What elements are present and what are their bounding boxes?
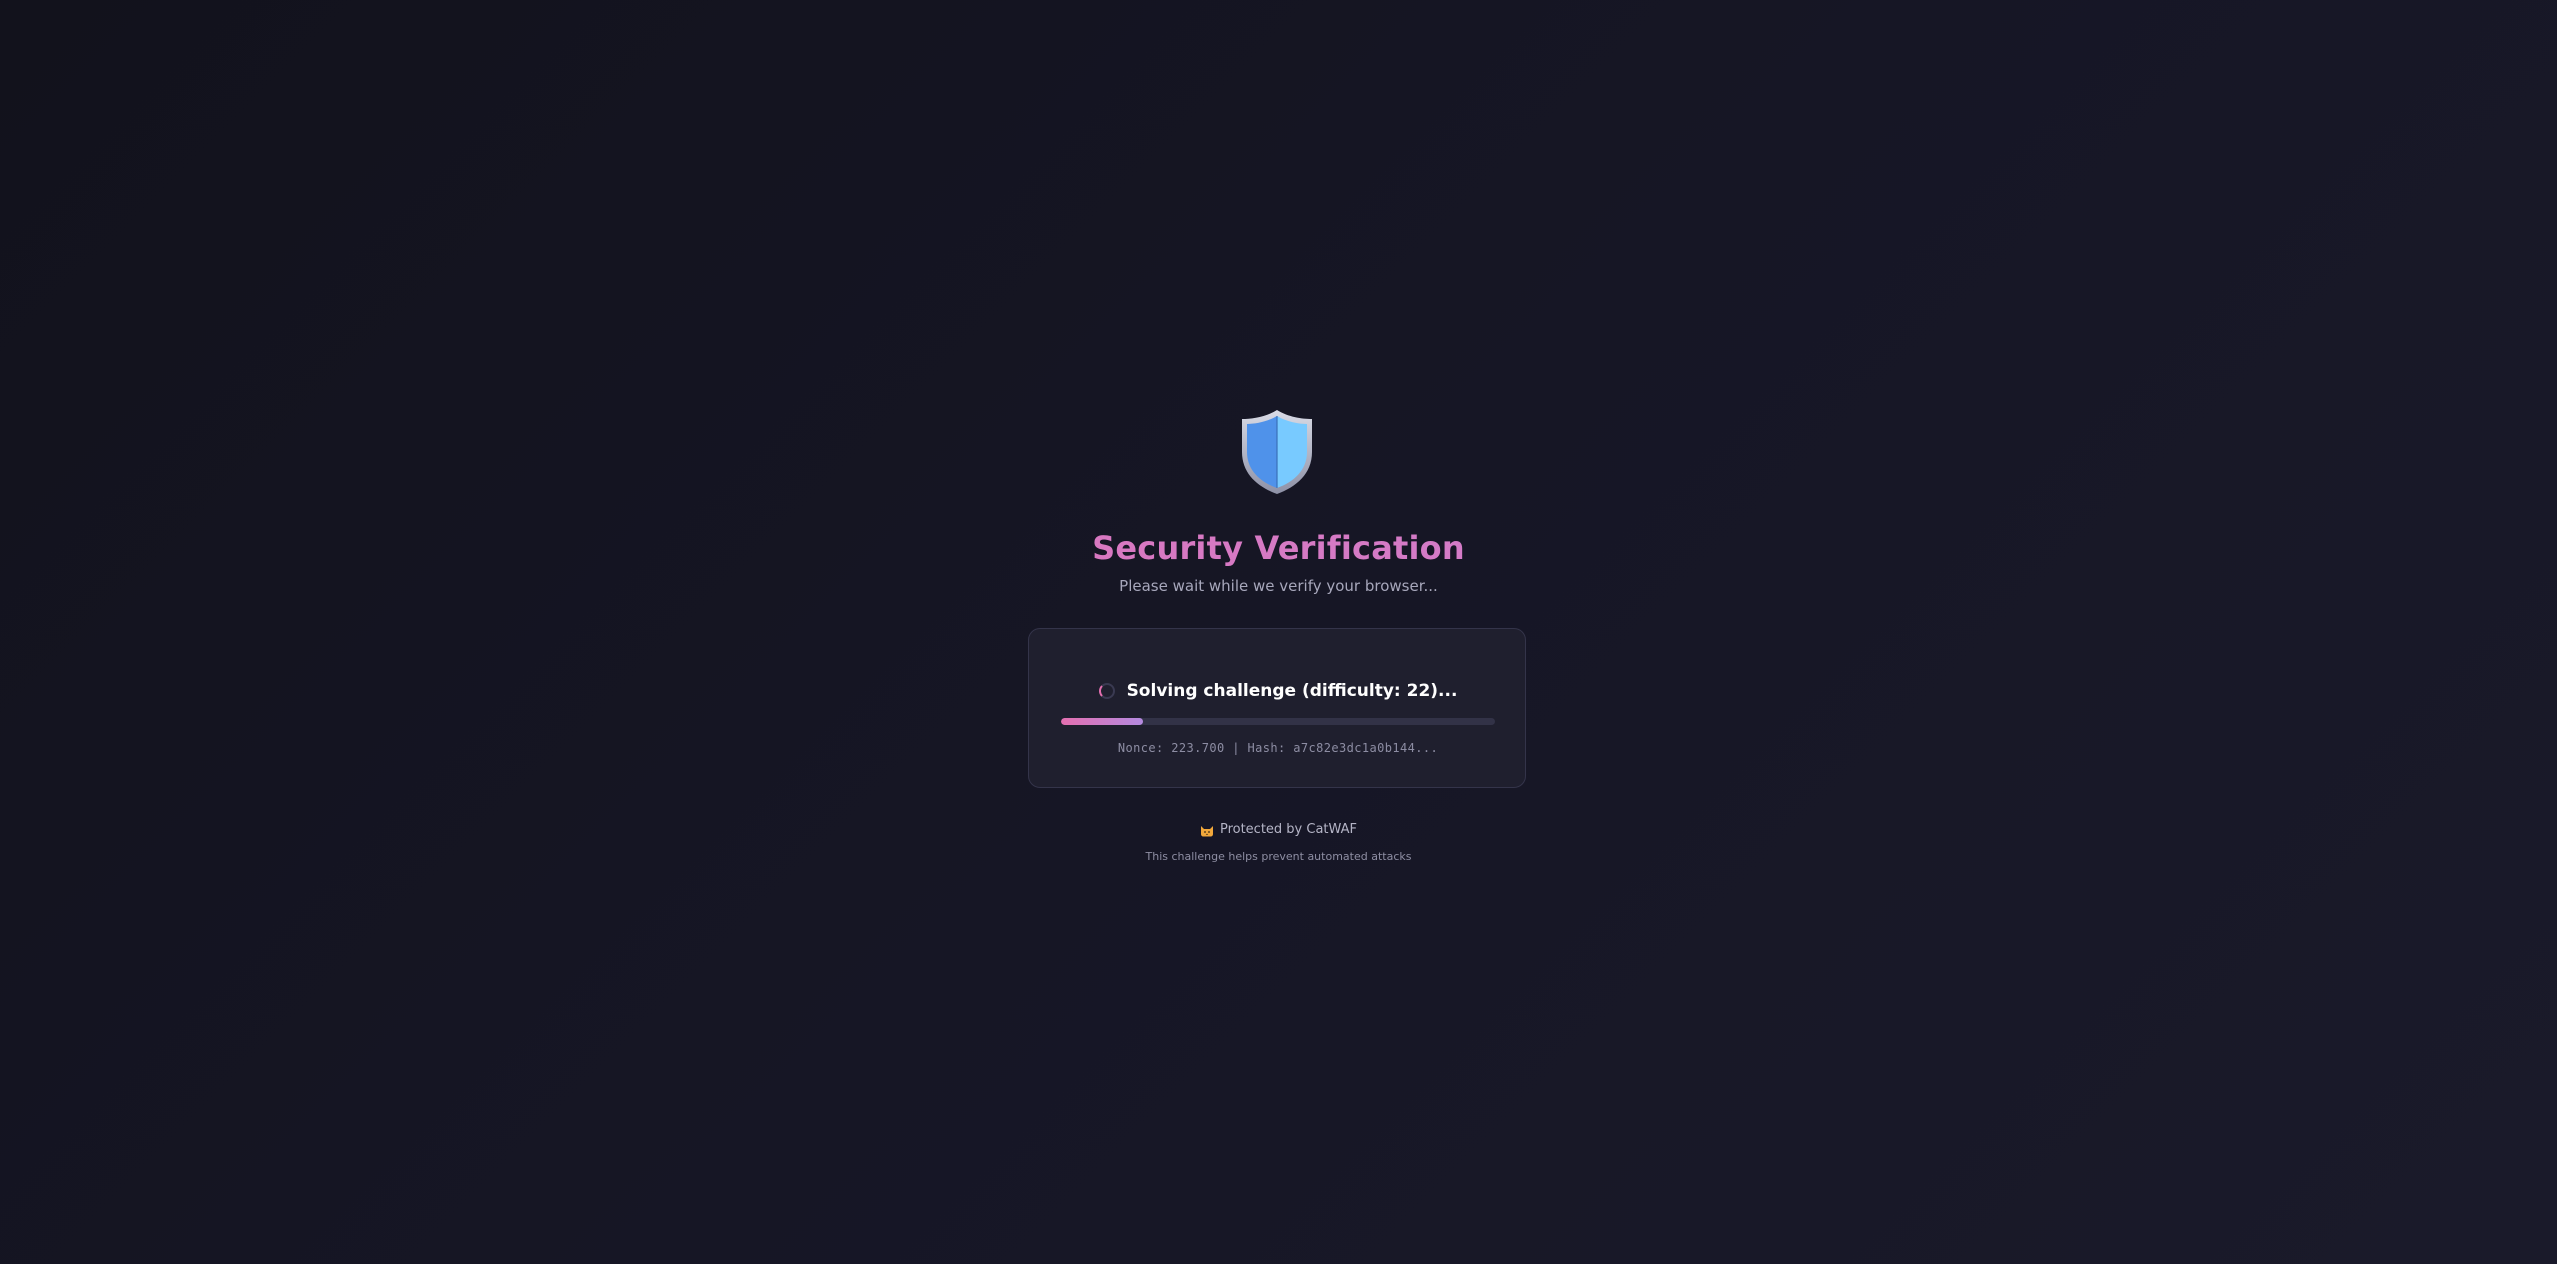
progress-bar [1061, 718, 1495, 725]
nonce-hash-readout: Nonce: 223.700 | Hash: a7c82e3dc1a0b144.… [1117, 741, 1439, 755]
page-title: Security Verification [0, 524, 2557, 572]
progress-bar-fill [1061, 718, 1144, 725]
status-row: Solving challenge (difficulty: 22)... [1029, 679, 1527, 703]
protected-by-label: Protected by CatWAF [1219, 822, 1358, 837]
shield-icon [1242, 410, 1312, 494]
protected-by: Protected by CatWAF [0, 822, 2557, 837]
verification-page: Security Verification Please wait while … [0, 0, 2557, 1264]
cat-icon [1200, 825, 1213, 836]
page-subtitle: Please wait while we verify your browser… [1119, 577, 1438, 595]
challenge-card: Solving challenge (difficulty: 22)... No… [1028, 628, 1526, 788]
footer-note: This challenge helps prevent automated a… [1145, 850, 1412, 863]
loading-spinner-icon [1098, 683, 1115, 699]
status-text: Solving challenge (difficulty: 22)... [1126, 681, 1458, 701]
